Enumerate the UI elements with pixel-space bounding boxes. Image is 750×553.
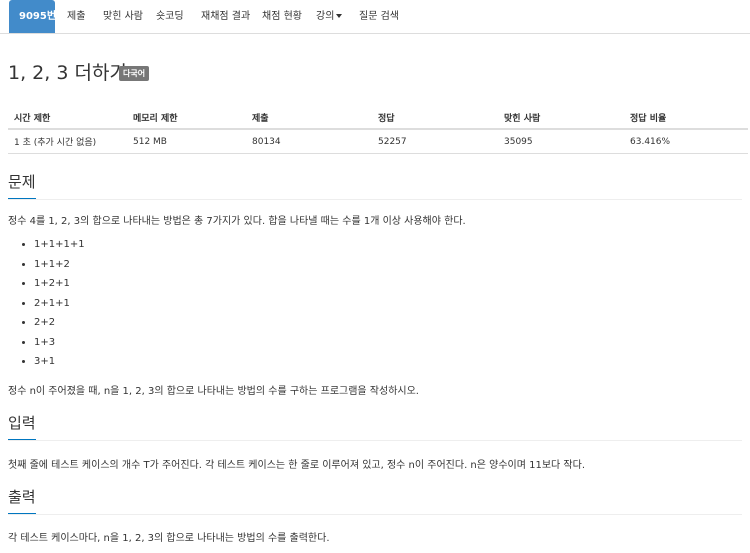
- list-item: 1+3: [34, 336, 85, 356]
- input-description: 첫째 줄에 테스트 케이스의 개수 T가 주어진다. 각 테스트 케이스는 한 …: [8, 460, 585, 471]
- heading-divider: [8, 514, 742, 515]
- heading-divider: [8, 440, 742, 441]
- header-accept-ratio: 정답 비율: [624, 106, 748, 130]
- time-limit-value: 1 초 (추가 시간 없음): [8, 129, 127, 154]
- list-item: 3+1: [34, 355, 85, 375]
- problem-section-heading: 문제: [8, 171, 742, 200]
- tab-submit[interactable]: 제출: [57, 0, 95, 33]
- header-accepted: 정답: [372, 106, 498, 130]
- language-badge: 다국어: [119, 66, 150, 81]
- input-section-heading: 입력: [8, 412, 742, 441]
- problem-info-table: 시간 제한 메모리 제한 제출 정답 맞힌 사람 정답 비율 1 초 (추가 시…: [8, 106, 748, 154]
- tab-lectures-label: 강의: [316, 11, 335, 22]
- tab-problem[interactable]: 9095번: [9, 0, 56, 33]
- solved-users-value: 35095: [498, 129, 624, 154]
- problem-intro: 정수 4를 1, 2, 3의 합으로 나타내는 방법은 총 7가지가 있다. 합…: [8, 216, 466, 227]
- example-list: 1+1+1+1 1+1+2 1+2+1 2+1+1 2+2 1+3 3+1: [8, 238, 85, 375]
- problem-heading-text: 문제: [8, 171, 36, 200]
- heading-divider: [8, 199, 742, 200]
- accepted-value: 52257: [372, 129, 498, 154]
- tab-judge-status[interactable]: 채점 현황: [252, 0, 312, 33]
- submissions-value: 80134: [246, 129, 372, 154]
- tab-rejudge-results[interactable]: 재채점 결과: [191, 0, 260, 33]
- list-item: 1+1+1+1: [34, 238, 85, 258]
- problem-tabs: 9095번 제출 맞힌 사람 숏코딩 재채점 결과 채점 현황 강의 질문 검색: [0, 0, 750, 34]
- list-item: 1+2+1: [34, 277, 85, 297]
- header-memory-limit: 메모리 제한: [127, 106, 246, 130]
- memory-limit-value: 512 MB: [127, 129, 246, 154]
- tab-solved-users[interactable]: 맞힌 사람: [93, 0, 153, 33]
- table-header-row: 시간 제한 메모리 제한 제출 정답 맞힌 사람 정답 비율: [8, 106, 748, 130]
- output-description: 각 테스트 케이스마다, n을 1, 2, 3의 합으로 나타내는 방법의 수를…: [8, 533, 330, 544]
- header-time-limit: 시간 제한: [8, 106, 127, 130]
- tab-short-coding[interactable]: 숏코딩: [146, 0, 194, 33]
- caret-down-icon: [336, 14, 343, 18]
- output-heading-text: 출력: [8, 486, 36, 515]
- tab-lectures[interactable]: 강의: [306, 0, 352, 33]
- list-item: 2+1+1: [34, 297, 85, 317]
- list-item: 1+1+2: [34, 258, 85, 278]
- list-item: 2+2: [34, 316, 85, 336]
- problem-title: 1, 2, 3 더하기: [8, 62, 127, 84]
- table-row: 1 초 (추가 시간 없음) 512 MB 80134 52257 35095 …: [8, 129, 748, 154]
- tab-question-search[interactable]: 질문 검색: [349, 0, 409, 33]
- header-solved-users: 맞힌 사람: [498, 106, 624, 130]
- header-submissions: 제출: [246, 106, 372, 130]
- problem-outro: 정수 n이 주어졌을 때, n을 1, 2, 3의 합으로 나타내는 방법의 수…: [8, 386, 419, 397]
- accept-ratio-value: 63.416%: [624, 129, 748, 154]
- input-heading-text: 입력: [8, 412, 36, 441]
- output-section-heading: 출력: [8, 486, 742, 515]
